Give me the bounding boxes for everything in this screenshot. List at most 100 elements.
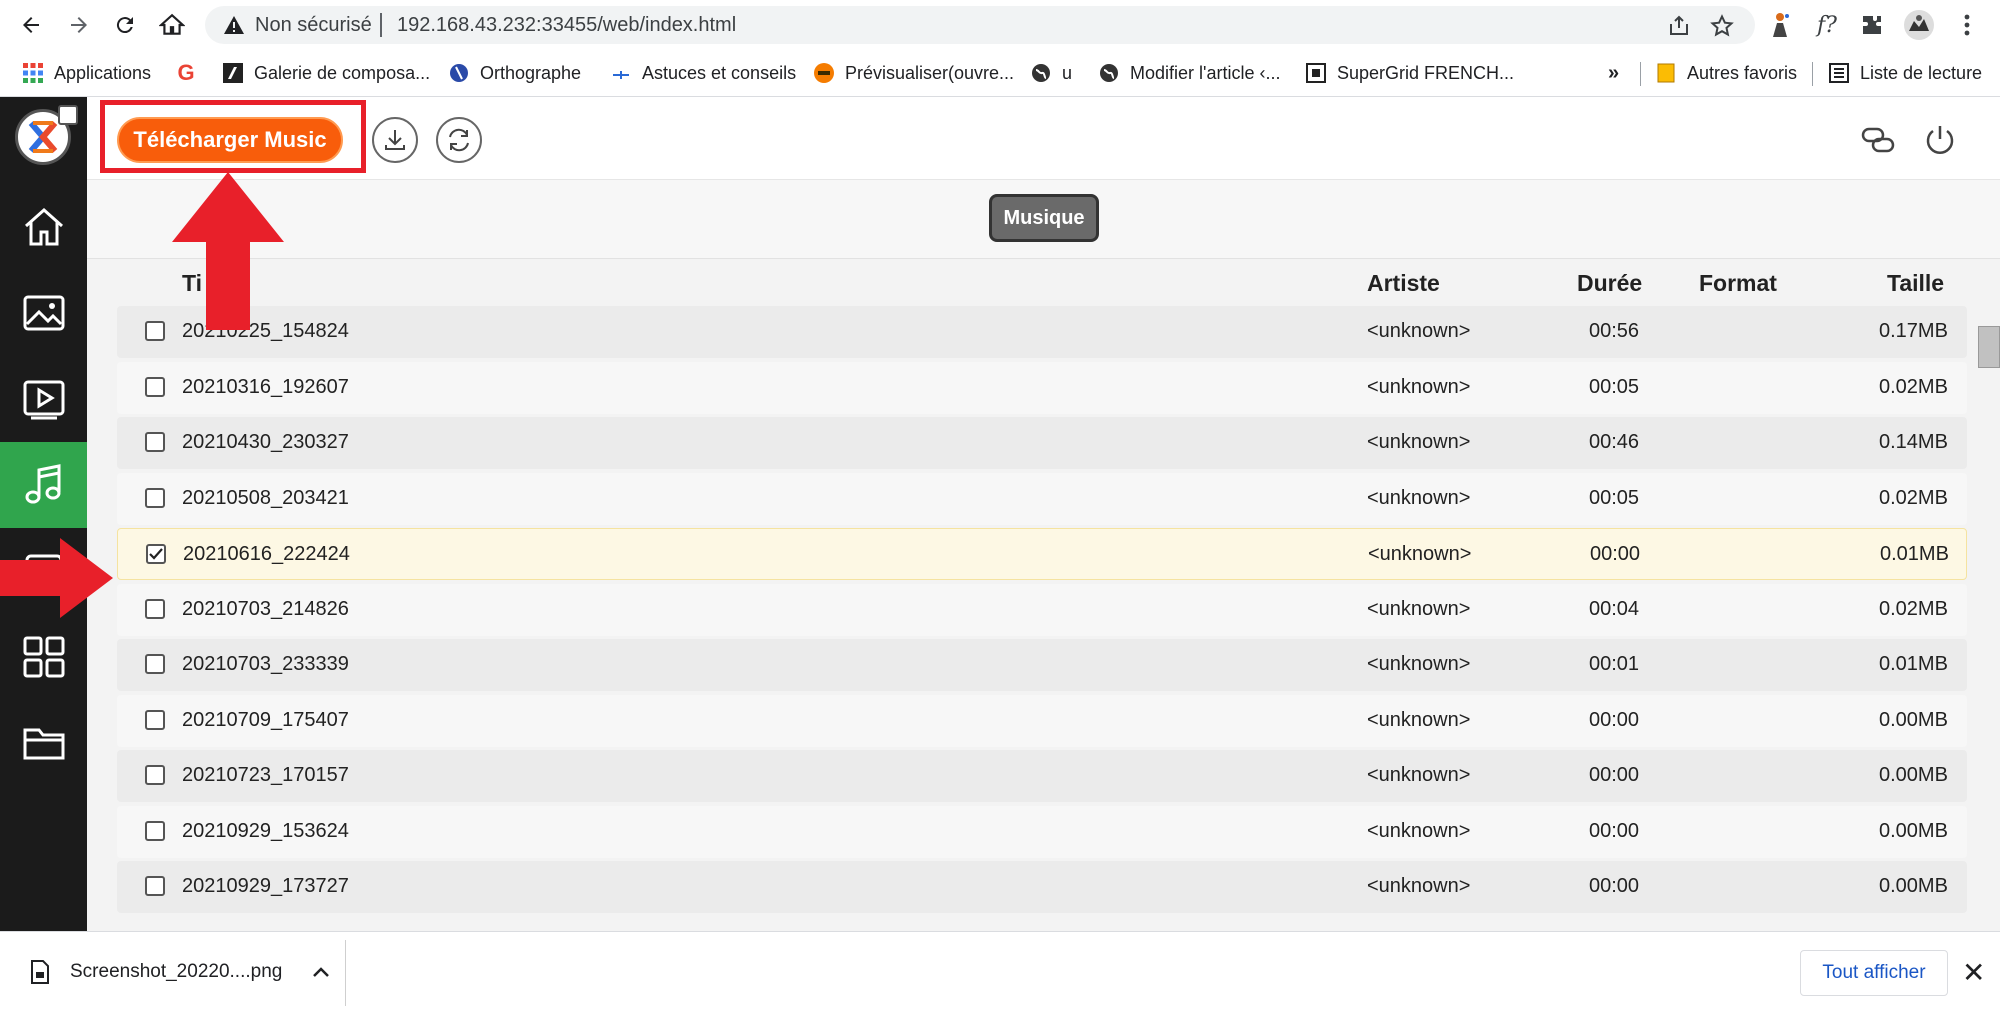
warning-icon[interactable]	[223, 15, 245, 40]
cell-artist: <unknown>	[1367, 431, 1471, 453]
table-row[interactable]: 20210929_153624 <unknown> 00:00 0.00MB	[117, 805, 1967, 858]
table-row[interactable]: 20210703_214826 <unknown> 00:04 0.02MB	[117, 583, 1967, 636]
security-status[interactable]: Non sécurisé	[255, 14, 372, 37]
reading-list-button[interactable]: Liste de lecture	[1828, 60, 1982, 86]
formula-extension-icon[interactable]: f?	[1810, 8, 1844, 42]
cell-title: 20210703_214826	[182, 597, 349, 620]
table-row[interactable]: 20210709_175407 <unknown> 00:00 0.00MB	[117, 694, 1967, 747]
bookmarks-overflow-button[interactable]: »	[1608, 60, 1619, 86]
row-checkbox[interactable]	[145, 876, 165, 896]
row-checkbox[interactable]	[146, 544, 166, 564]
cell-title: 20210723_170157	[182, 764, 349, 786]
download-file-name: Screenshot_20220....png	[70, 961, 283, 982]
bookmark-u[interactable]: u	[1030, 60, 1072, 86]
table-row[interactable]: 20210723_170157 <unknown> 00:00 0.00MB	[117, 750, 1967, 802]
column-header-duration[interactable]: Durée	[1577, 270, 1642, 297]
sidebar-item-music[interactable]	[0, 442, 87, 528]
sidebar-item-home[interactable]	[0, 184, 87, 270]
other-bookmarks-folder[interactable]: Autres favoris	[1655, 60, 1797, 86]
back-icon[interactable]	[14, 8, 48, 42]
bookmark-label: Prévisualiser(ouvre...	[845, 62, 1015, 83]
cell-artist: <unknown>	[1367, 375, 1471, 398]
download-button[interactable]	[372, 117, 418, 163]
cell-duration: 00:01	[1589, 653, 1640, 675]
bookmark-orthographe[interactable]: Orthographe	[448, 60, 581, 86]
bookmark-galerie[interactable]: Galerie de composa...	[222, 60, 430, 86]
show-all-downloads-button[interactable]: Tout afficher	[1800, 950, 1948, 996]
row-checkbox[interactable]	[145, 765, 165, 785]
apps-grid-icon	[22, 62, 44, 84]
row-checkbox[interactable]	[145, 598, 165, 619]
chevron-up-icon[interactable]	[312, 966, 330, 978]
cell-size: 0.02MB	[1879, 375, 1948, 398]
table-row[interactable]: 20210616_222424 <unknown> 00:00 0.01MB	[117, 528, 1967, 580]
row-checkbox[interactable]	[145, 820, 165, 841]
extension-figure-icon[interactable]	[1763, 8, 1797, 42]
profile-avatar-icon[interactable]	[1902, 8, 1936, 42]
forward-icon[interactable]	[62, 8, 96, 42]
row-checkbox[interactable]	[145, 709, 165, 730]
cell-size: 0.17MB	[1879, 320, 1948, 342]
row-checkbox[interactable]	[145, 654, 165, 674]
close-icon[interactable]: ✕	[1962, 956, 1985, 989]
bookmark-label: Modifier l'article ‹...	[1130, 62, 1281, 83]
cell-size: 0.00MB	[1879, 875, 1948, 897]
sidebar-item-files[interactable]	[0, 700, 87, 786]
cell-artist: <unknown>	[1367, 320, 1471, 342]
bookmark-page-icon	[222, 62, 244, 84]
annotation-right-arrow	[0, 538, 113, 618]
music-note-icon	[25, 464, 60, 504]
power-button[interactable]	[1917, 117, 1963, 163]
bookmark-label: Astuces et conseils	[642, 62, 797, 83]
column-header-artist[interactable]: Artiste	[1367, 270, 1440, 297]
bookmark-label: u	[1062, 62, 1073, 83]
star-icon[interactable]	[1710, 14, 1734, 43]
puzzle-extensions-icon[interactable]	[1855, 8, 1889, 42]
reload-icon[interactable]	[108, 8, 142, 42]
bookmark-astuces[interactable]: Astuces et conseils	[610, 60, 796, 86]
bookmark-label: SuperGrid FRENCH...	[1337, 62, 1515, 83]
table-row[interactable]: 20210929_173727 <unknown> 00:00 0.00MB	[117, 861, 1967, 913]
row-checkbox[interactable]	[145, 376, 165, 397]
url-text[interactable]: 192.168.43.232:33455/web/index.html	[397, 14, 736, 37]
bookmark-label: Applications	[54, 62, 152, 83]
table-row[interactable]: 20210316_192607 <unknown> 00:05 0.02MB	[117, 361, 1967, 414]
table-scrollbar-thumb[interactable]	[1978, 326, 2000, 368]
refresh-button[interactable]	[436, 117, 482, 163]
row-checkbox[interactable]	[145, 487, 165, 508]
bookmark-previsualiser[interactable]: Prévisualiser(ouvre...	[813, 60, 1014, 86]
address-bar[interactable]: Non sécurisé 192.168.43.232:33455/web/in…	[205, 6, 1755, 44]
bookmark-supergrid[interactable]: SuperGrid FRENCH...	[1305, 60, 1514, 86]
table-row[interactable]: 20210508_203421 <unknown> 00:05 0.02MB	[117, 472, 1967, 525]
share-icon[interactable]	[1667, 14, 1691, 43]
sidebar-item-videos[interactable]	[0, 356, 87, 442]
tab-musique[interactable]: Musique	[989, 194, 1099, 242]
sidebar-item-photos[interactable]	[0, 270, 87, 356]
table-row[interactable]: 20210703_233339 <unknown> 00:01 0.01MB	[117, 639, 1967, 691]
cell-duration: 00:05	[1589, 486, 1640, 509]
column-header-format[interactable]: Format	[1699, 270, 1777, 297]
row-checkbox[interactable]	[145, 321, 165, 341]
select-all-checkbox[interactable]	[58, 105, 78, 125]
bookmark-modifier-article[interactable]: Modifier l'article ‹...	[1098, 60, 1280, 86]
menu-kebab-icon[interactable]	[1950, 8, 1984, 42]
cell-title: 20210508_203421	[182, 486, 349, 509]
row-checkbox[interactable]	[145, 432, 165, 452]
cell-size: 0.01MB	[1879, 653, 1948, 675]
bookmarks-divider	[1812, 62, 1813, 86]
column-header-size[interactable]: Taille	[1887, 270, 1944, 297]
music-list-panel: Musique Ti Artiste Durée Format Taille 2…	[58, 105, 2000, 931]
connection-button[interactable]	[1855, 117, 1901, 163]
bookmark-label: Galerie de composa...	[254, 62, 431, 83]
globe-icon	[1098, 62, 1120, 84]
cell-title: 20210703_233339	[182, 653, 349, 675]
sidebar-item-apps[interactable]	[0, 614, 87, 700]
browser-toolbar: Non sécurisé 192.168.43.232:33455/web/in…	[0, 0, 2000, 50]
table-row[interactable]: 20210430_230327 <unknown> 00:46 0.14MB	[117, 417, 1967, 469]
globe-icon	[1030, 62, 1052, 84]
download-item[interactable]: Screenshot_20220....png	[30, 960, 330, 984]
home-icon[interactable]	[155, 8, 189, 42]
bookmark-applications[interactable]: Applications	[22, 60, 151, 86]
table-row[interactable]: 20210225_154824 <unknown> 00:56 0.17MB	[117, 306, 1967, 358]
bookmark-google[interactable]: G	[175, 60, 207, 86]
